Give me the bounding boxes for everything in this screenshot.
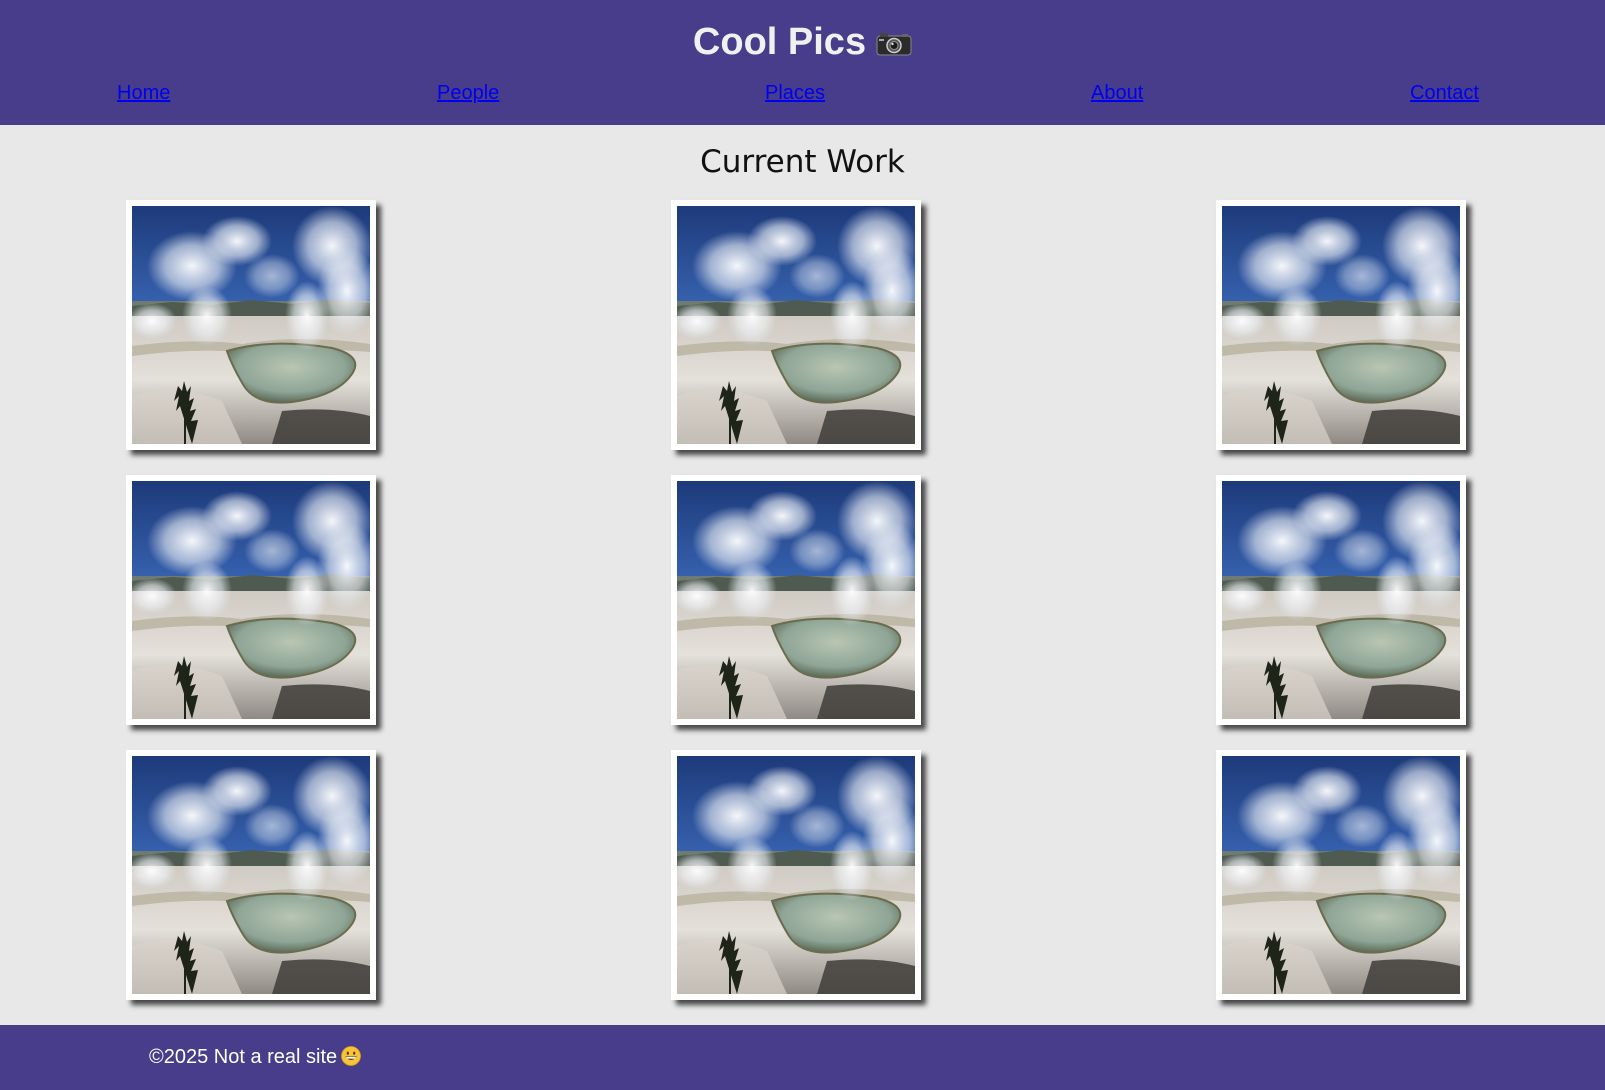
nav-link-places[interactable]: Places xyxy=(765,78,825,108)
camera-icon xyxy=(876,20,912,56)
gallery-photo-2[interactable] xyxy=(671,200,921,450)
geyser-landscape-photo xyxy=(132,206,370,444)
geyser-landscape-photo xyxy=(677,481,915,719)
grinning-face-icon xyxy=(341,1046,362,1066)
nav-link-about[interactable]: About xyxy=(1091,78,1143,108)
geyser-landscape-photo xyxy=(1222,756,1460,994)
section-heading: Current Work xyxy=(700,144,905,180)
gallery-photo-1[interactable] xyxy=(126,200,376,450)
gallery-photo-7[interactable] xyxy=(126,750,376,1000)
nav-link-people[interactable]: People xyxy=(437,78,499,108)
geyser-landscape-photo xyxy=(677,206,915,444)
nav-link-home[interactable]: Home xyxy=(117,78,170,108)
geyser-landscape-photo xyxy=(132,481,370,719)
geyser-landscape-photo xyxy=(677,756,915,994)
gallery-photo-5[interactable] xyxy=(671,475,921,725)
site-title: Cool Pics xyxy=(0,18,1605,66)
footer-text: ©2025 Not a real site xyxy=(149,1046,338,1068)
nav-link-contact[interactable]: Contact xyxy=(1410,78,1479,108)
site-header: Cool Pics Home People Places About Conta… xyxy=(0,0,1605,125)
geyser-landscape-photo xyxy=(132,756,370,994)
footer-copyright: ©2025 Not a real site xyxy=(149,1045,362,1069)
geyser-landscape-photo xyxy=(1222,481,1460,719)
gallery-photo-3[interactable] xyxy=(1216,200,1466,450)
main-nav: Home People Places About Contact xyxy=(0,78,1605,108)
gallery-photo-4[interactable] xyxy=(126,475,376,725)
gallery-photo-9[interactable] xyxy=(1216,750,1466,1000)
gallery-photo-8[interactable] xyxy=(671,750,921,1000)
page: Cool Pics Home People Places About Conta… xyxy=(0,0,1605,1090)
site-title-text: Cool Pics xyxy=(692,21,867,63)
site-footer: ©2025 Not a real site xyxy=(0,1025,1605,1090)
geyser-landscape-photo xyxy=(1222,206,1460,444)
gallery-photo-6[interactable] xyxy=(1216,475,1466,725)
